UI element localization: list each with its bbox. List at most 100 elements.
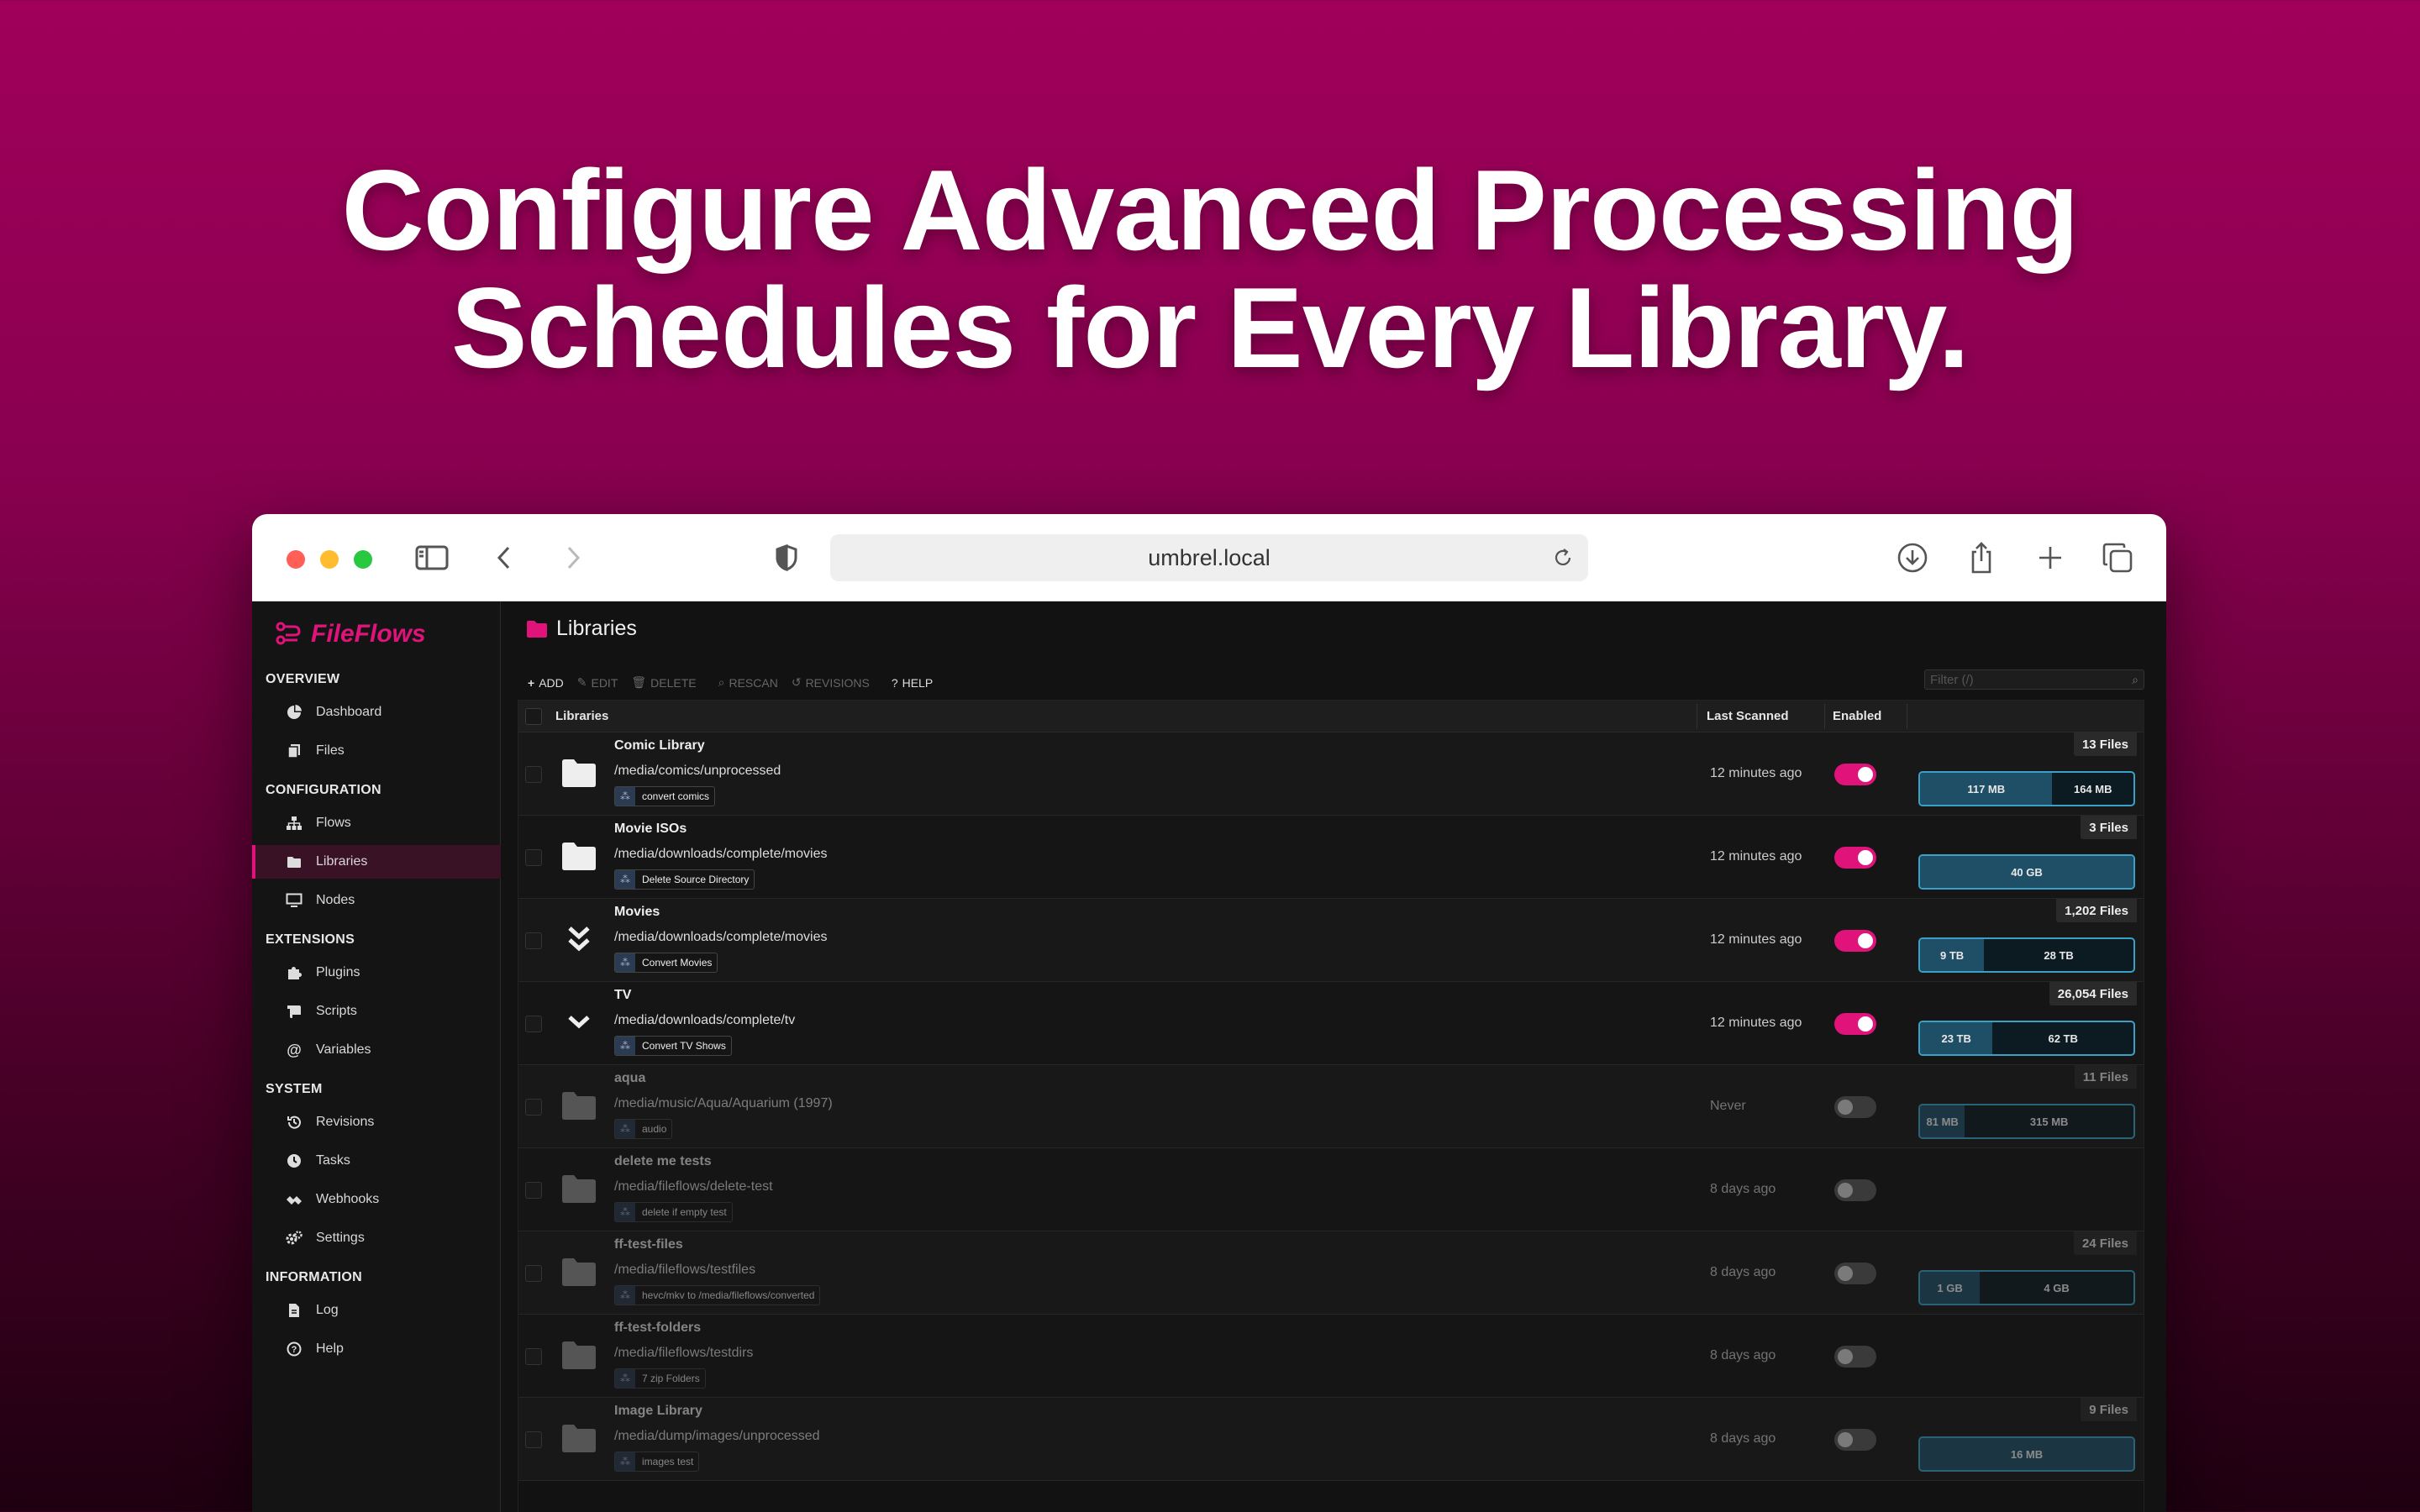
help-button[interactable]: ? HELP (892, 676, 933, 690)
row-checkbox[interactable] (525, 1099, 542, 1116)
library-name[interactable]: Image Library (614, 1404, 702, 1419)
flow-tag[interactable]: ⁂ Delete Source Directory (614, 869, 755, 890)
forward-icon[interactable] (553, 538, 593, 578)
sidebar-item-libraries[interactable]: Libraries (252, 845, 501, 879)
sidebar-item-scripts[interactable]: Scripts (252, 995, 501, 1028)
tabs-overview-icon[interactable] (2097, 538, 2138, 578)
last-scanned: 12 minutes ago (1710, 932, 1802, 947)
revisions-button[interactable]: ↺ REVISIONS (792, 675, 870, 690)
row-checkbox[interactable] (525, 1431, 542, 1448)
fileflows-app: FileFlows OVERVIEW Dashboard Files CONFI… (252, 601, 2166, 1512)
libraries-table: Libraries Last Scanned Enabled Comic Lib… (518, 700, 2144, 1512)
sidebar-item-webhooks[interactable]: Webhooks (252, 1183, 501, 1216)
row-checkbox[interactable] (525, 932, 542, 949)
library-name[interactable]: Comic Library (614, 738, 705, 753)
flow-tag[interactable]: ⁂ images test (614, 1452, 700, 1472)
table-row[interactable]: delete me tests/media/fileflows/delete-t… (518, 1148, 2144, 1231)
sidebar-item-tasks[interactable]: Tasks (252, 1144, 501, 1178)
enabled-toggle[interactable] (1834, 1096, 1876, 1118)
flow-tag[interactable]: ⁂ 7 zip Folders (614, 1368, 706, 1389)
table-row[interactable]: Comic Library/media/comics/unprocessed ⁂ c… (518, 732, 2144, 816)
row-checkbox[interactable] (525, 1016, 542, 1032)
sidebar-item-revisions[interactable]: Revisions (252, 1105, 501, 1139)
share-icon[interactable] (1961, 538, 2002, 578)
column-divider (1824, 704, 1825, 729)
puzzle-icon (286, 964, 302, 981)
library-name[interactable]: delete me tests (614, 1154, 712, 1169)
flow-tag[interactable]: ⁂ audio (614, 1119, 673, 1139)
library-name[interactable]: aqua (614, 1071, 645, 1086)
url-text: umbrel.local (1148, 544, 1270, 570)
sidebar-item-log[interactable]: Log (252, 1294, 501, 1327)
sidebar-item-plugins[interactable]: Plugins (252, 956, 501, 990)
edit-button[interactable]: ✎ EDIT (577, 675, 618, 690)
flow-icon: ⁂ (615, 870, 635, 889)
library-name[interactable]: Movie ISOs (614, 822, 687, 837)
toggle-knob (1858, 1016, 1873, 1032)
double-chevron-down-icon (560, 921, 597, 958)
row-checkbox[interactable] (525, 1182, 542, 1199)
row-checkbox[interactable] (525, 766, 542, 783)
fileflows-logo-icon (276, 622, 301, 645)
library-name[interactable]: Movies (614, 905, 660, 920)
enabled-toggle[interactable] (1834, 1179, 1876, 1201)
sidebar-item-help[interactable]: ? Help (252, 1332, 501, 1366)
select-all-checkbox[interactable] (525, 708, 542, 725)
enabled-toggle[interactable] (1834, 764, 1876, 785)
table-row[interactable]: aqua/media/music/Aqua/Aquarium (1997) ⁂ au… (518, 1065, 2144, 1148)
sidebar-item-nodes[interactable]: Nodes (252, 884, 501, 917)
flow-tag[interactable]: ⁂ Convert Movies (614, 953, 718, 973)
flow-tag[interactable]: ⁂ hevc/mkv to /media/fileflows/converted (614, 1285, 821, 1305)
new-tab-icon[interactable] (2030, 538, 2070, 578)
rescan-button[interactable]: ⌕ RESCAN (718, 675, 778, 690)
delete-button[interactable]: 🗑︎ DELETE (631, 675, 696, 690)
enabled-toggle[interactable] (1834, 1429, 1876, 1451)
table-row[interactable]: Image Library/media/dump/images/unproces… (518, 1398, 2144, 1481)
sidebar-item-label: Libraries (316, 854, 368, 869)
browser-window: umbrel.local FileFlows OVERVIEW Dashboar… (252, 514, 2166, 1512)
column-libraries[interactable]: Libraries (555, 709, 608, 723)
zoom-window-button[interactable] (354, 550, 372, 569)
section-configuration: CONFIGURATION (266, 783, 381, 797)
download-icon[interactable] (1892, 538, 1933, 578)
brand-logo[interactable]: FileFlows (276, 620, 426, 648)
filter-input[interactable]: Filter (/) ⌕ (1924, 669, 2144, 690)
sidebar-item-dashboard[interactable]: Dashboard (252, 696, 501, 729)
flow-tag[interactable]: ⁂ convert comics (614, 786, 716, 806)
back-icon[interactable] (484, 538, 524, 578)
table-row[interactable]: ff-test-folders/media/fileflows/testdirs… (518, 1315, 2144, 1398)
sidebar-item-files[interactable]: Files (252, 734, 501, 768)
sidebar-item-variables[interactable]: @ Variables (252, 1033, 501, 1067)
table-row[interactable]: Movies/media/downloads/complete/movies ⁂ C… (518, 899, 2144, 982)
enabled-toggle[interactable] (1834, 1263, 1876, 1284)
table-row[interactable]: TV/media/downloads/complete/tv ⁂ Convert T… (518, 982, 2144, 1065)
table-row[interactable]: Movie ISOs/media/downloads/complete/movi… (518, 816, 2144, 899)
library-name[interactable]: ff-test-folders (614, 1320, 701, 1336)
column-enabled[interactable]: Enabled (1833, 709, 1881, 723)
enabled-toggle[interactable] (1834, 847, 1876, 869)
add-button[interactable]: + ADD (528, 676, 564, 690)
enabled-toggle[interactable] (1834, 930, 1876, 952)
page-title: Libraries (526, 617, 637, 641)
sidebar-item-flows[interactable]: Flows (252, 806, 501, 840)
address-bar[interactable]: umbrel.local (830, 534, 1588, 581)
library-name[interactable]: ff-test-files (614, 1237, 683, 1252)
row-checkbox[interactable] (525, 1348, 542, 1365)
flow-tag[interactable]: ⁂ Convert TV Shows (614, 1036, 732, 1056)
row-checkbox[interactable] (525, 1265, 542, 1282)
dashboard-icon (286, 704, 302, 721)
close-window-button[interactable] (287, 550, 305, 569)
sidebar-item-settings[interactable]: Settings (252, 1221, 501, 1255)
column-last-scanned[interactable]: Last Scanned (1707, 709, 1789, 723)
reload-icon[interactable] (1546, 541, 1580, 575)
minimize-window-button[interactable] (320, 550, 339, 569)
enabled-toggle[interactable] (1834, 1346, 1876, 1368)
flow-name: hevc/mkv to /media/fileflows/converted (642, 1289, 815, 1301)
sidebar-toggle-icon[interactable] (412, 538, 452, 578)
shield-icon[interactable] (766, 538, 807, 578)
flow-tag[interactable]: ⁂ delete if empty test (614, 1202, 733, 1222)
enabled-toggle[interactable] (1834, 1013, 1876, 1035)
library-name[interactable]: TV (614, 988, 631, 1003)
table-row[interactable]: ff-test-files/media/fileflows/testfiles ⁂… (518, 1231, 2144, 1315)
row-checkbox[interactable] (525, 849, 542, 866)
